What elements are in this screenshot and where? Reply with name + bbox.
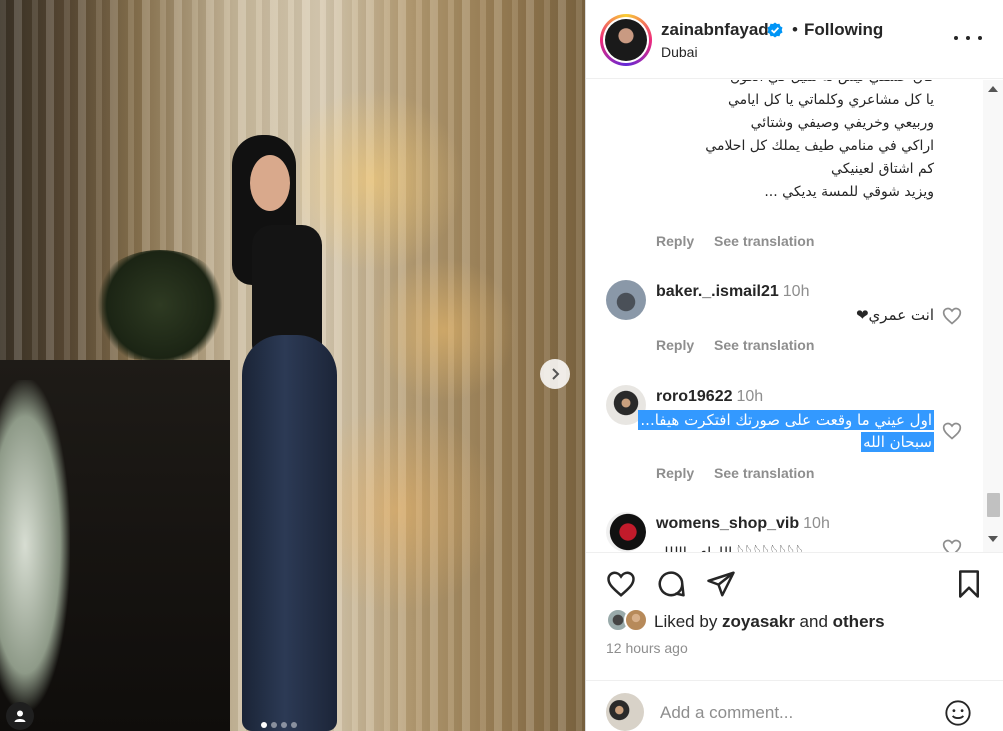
carousel-dots [261, 722, 297, 728]
add-comment-input[interactable] [660, 701, 920, 725]
comment-actions: Reply See translation [656, 465, 830, 481]
save-bookmark-icon[interactable] [954, 569, 984, 599]
likes-text: Liked by zoyasakr and others [654, 612, 885, 632]
caption-line: وربيعي وخريفي وصيفي وشتائي [750, 115, 934, 131]
decor-tree [0, 380, 70, 710]
comment-time: 10h [782, 283, 810, 300]
comments-scrollbar[interactable] [983, 80, 1003, 552]
emoji-icon[interactable] [944, 699, 972, 727]
username-text[interactable]: roro19622 [656, 388, 733, 405]
like-comment-heart-icon[interactable] [942, 421, 962, 441]
likes-others-link[interactable]: others [833, 612, 885, 631]
separator-dot: • [792, 20, 798, 39]
post-photo[interactable] [0, 0, 585, 731]
author-username[interactable]: zainabnfayad [661, 20, 769, 40]
scroll-up-arrow[interactable] [988, 86, 998, 92]
user-icon [14, 710, 26, 722]
reply-button[interactable]: Reply [656, 465, 694, 481]
current-user-avatar [606, 693, 644, 731]
face [250, 155, 290, 211]
liker-avatar[interactable] [624, 608, 648, 632]
reply-button[interactable]: Reply [656, 337, 694, 353]
caption-line: فان عشقي ليس له مثيل في الكون [705, 80, 934, 89]
caption-line: ويزيد شوقي للمسة يديكي ... [764, 184, 934, 200]
more-dot [966, 36, 970, 40]
avatar-inner [603, 17, 649, 63]
post-caption: فان عشقي ليس له مثيل في الكون يا كل مشاع… [705, 80, 934, 204]
likes-middle: and [794, 612, 833, 631]
comment-text: اللهاء مااللله 𓆩𓆩𓆩𓆩𓆩𓆩𓆩𓆩 [656, 538, 805, 552]
see-translation-button[interactable]: See translation [714, 233, 814, 249]
scrollbar-thumb[interactable] [987, 493, 1000, 517]
comment-time: 10h [736, 388, 764, 405]
jeans [242, 335, 337, 731]
username-text[interactable]: baker._.ismail21 [656, 283, 779, 300]
scroll-down-arrow[interactable] [988, 536, 998, 542]
comment-time: 10h [803, 515, 830, 532]
selected-text-line: سبحان الله [861, 432, 934, 452]
commenter-avatar[interactable] [606, 512, 646, 552]
like-heart-icon[interactable] [606, 569, 636, 599]
carousel-dot [281, 722, 287, 728]
comment-actions: Reply See translation [656, 337, 830, 353]
commenter-avatar[interactable] [606, 280, 646, 320]
comment-username[interactable]: roro19622 10h [656, 388, 763, 406]
carousel-dot [271, 722, 277, 728]
see-translation-button[interactable]: See translation [714, 337, 814, 353]
add-comment-bar [586, 680, 1003, 731]
plant [90, 250, 230, 360]
woman-figure [232, 135, 342, 731]
post-location[interactable]: Dubai [661, 44, 698, 60]
verified-badge-icon [767, 22, 783, 38]
comments-list[interactable]: فان عشقي ليس له مثيل في الكون يا كل مشاع… [586, 80, 1003, 552]
carousel-dot [261, 722, 267, 728]
comment-text: اول عيني ما وقعت على صورتك افتكرت هيفا..… [638, 409, 934, 453]
more-options-button[interactable] [954, 28, 982, 48]
comment-username[interactable]: baker._.ismail21 10h [656, 283, 809, 301]
post-timestamp[interactable]: 12 hours ago [606, 640, 688, 656]
caption-line: كم اشتاق لعينيكي [831, 161, 934, 177]
tagged-users-button[interactable] [6, 702, 34, 730]
like-comment-heart-icon[interactable] [942, 306, 962, 326]
selected-text-line: اول عيني ما وقعت على صورتك افتكرت هيفا..… [638, 410, 934, 430]
see-translation-button[interactable]: See translation [714, 465, 814, 481]
username-text[interactable]: womens_shop_vib [656, 515, 799, 532]
post-header: zainabnfayad • Following Dubai [586, 0, 1003, 79]
likes-prefix: Liked by [654, 612, 723, 631]
post-side-panel: zainabnfayad • Following Dubai فان عشقي … [585, 0, 1003, 731]
avatar-image [605, 19, 647, 61]
caption-actions: Reply See translation [656, 233, 830, 249]
comment-username[interactable]: womens_shop_vib 10h [656, 515, 830, 533]
carousel-next-button[interactable] [540, 359, 570, 389]
caption-line: اراكي في منامي طيف يملك كل احلامي [705, 138, 934, 154]
liker-username[interactable]: zoyasakr [722, 612, 795, 631]
reply-button[interactable]: Reply [656, 233, 694, 249]
following-button[interactable]: Following [804, 20, 883, 40]
more-dot [954, 36, 958, 40]
likes-summary: Liked by zoyasakr and others [606, 606, 996, 636]
more-dot [978, 36, 982, 40]
like-comment-heart-icon[interactable] [942, 538, 962, 552]
chevron-right-icon [552, 368, 560, 380]
author-avatar[interactable] [600, 14, 652, 66]
comment-bubble-icon[interactable] [656, 569, 686, 599]
post-action-bar [586, 552, 1003, 612]
comment-text: انت عمري❤ [855, 306, 934, 324]
share-send-icon[interactable] [706, 569, 736, 599]
caption-line: يا كل مشاعري وكلماتي يا كل ايامي [727, 92, 934, 108]
carousel-dot [291, 722, 297, 728]
